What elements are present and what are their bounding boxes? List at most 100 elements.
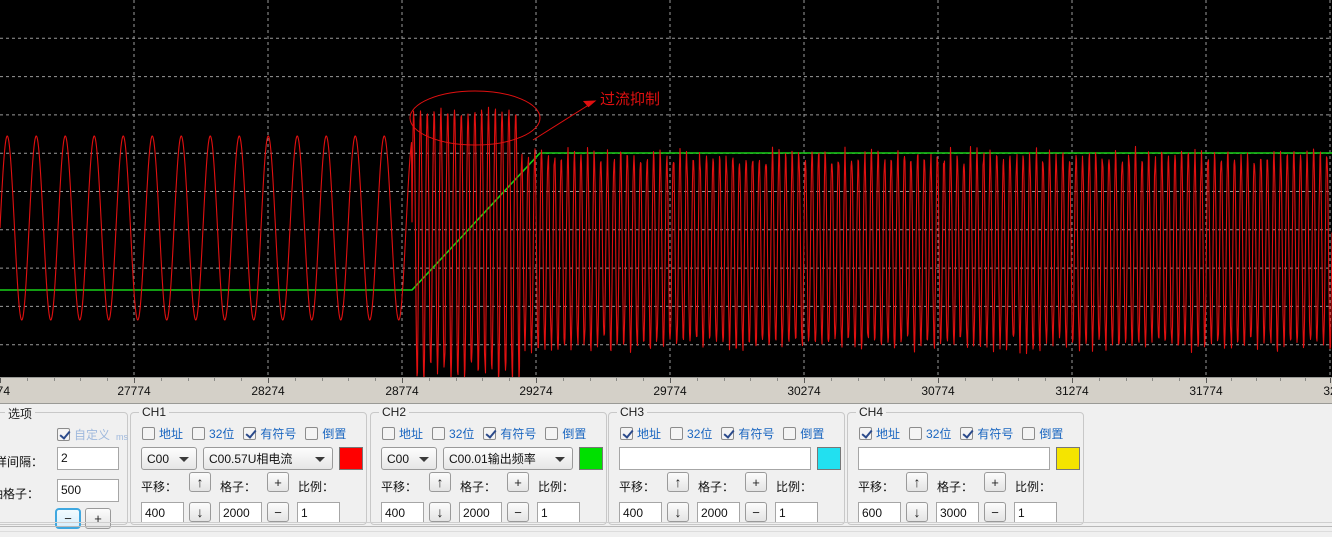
channel-4-flag-1[interactable]: 32位 <box>909 425 951 442</box>
channel-2-shift-down-button[interactable]: ↓ <box>429 502 451 522</box>
channel-3-shift-down-button[interactable]: ↓ <box>667 502 689 522</box>
waveform-plot[interactable]: 过流抑制 <box>0 0 1332 377</box>
checkbox-box[interactable] <box>305 427 319 440</box>
checkbox-box[interactable] <box>960 427 974 440</box>
channel-2-ratio-input[interactable]: 1 <box>537 502 580 523</box>
channel-2-grid-input[interactable]: 2000 <box>459 502 502 523</box>
x-axis-tick <box>804 378 805 383</box>
channel-2-grid-decrease-button[interactable]: − <box>507 502 529 522</box>
channel-2-title: CH2 <box>379 405 410 419</box>
channel-4-ratio-input[interactable]: 1 <box>1014 502 1057 523</box>
channel-4-grid-decrease-button[interactable]: − <box>984 502 1006 522</box>
custom-interval-checkbox-row[interactable]: 自定义 <box>57 426 119 443</box>
channel-4-grid-input[interactable]: 3000 <box>936 502 979 523</box>
channel-3-flag-3[interactable]: 倒置 <box>783 425 824 442</box>
channel-3-flag-1[interactable]: 32位 <box>670 425 712 442</box>
channel-2-parameter-combo[interactable]: C00.01输出频率 <box>443 447 573 470</box>
channel-1-parameter-value: C00.57U相电流 <box>209 452 293 466</box>
channel-1-grid-decrease-button[interactable]: − <box>267 502 289 522</box>
channel-4-address-input[interactable] <box>858 447 1050 470</box>
channel-3-flag-2[interactable]: 有符号 <box>721 425 774 442</box>
channel-1-color-swatch[interactable] <box>339 447 363 470</box>
checkbox-box[interactable] <box>670 427 684 440</box>
checkbox-box[interactable] <box>432 427 446 440</box>
channel-1-ratio-input[interactable]: 1 <box>297 502 340 523</box>
channel-1-shift-up-button[interactable]: ↑ <box>189 472 211 492</box>
channel-3-shift-up-button[interactable]: ↑ <box>667 472 689 492</box>
channel-1-shift-input[interactable]: 400 <box>141 502 184 523</box>
channel-4-flags: 地址 32位 有符号 倒置 <box>859 425 1072 442</box>
channel-4-shift-up-button[interactable]: ↑ <box>906 472 928 492</box>
channel-4-color-swatch[interactable] <box>1056 447 1080 470</box>
channel-1-flag-1[interactable]: 32位 <box>192 425 234 442</box>
channel-1-address-combo[interactable]: C00 <box>141 447 197 470</box>
x-axis-minor-tick <box>991 378 993 381</box>
checkbox-box[interactable] <box>142 427 155 440</box>
x-axis-tick <box>1206 378 1207 383</box>
x-axis-minor-tick <box>857 378 859 381</box>
channel-2-grid-increase-button[interactable]: + <box>507 472 529 492</box>
x-axis-tick <box>134 378 135 383</box>
arrow-up-icon: ↑ <box>436 474 444 490</box>
checkbox-box[interactable] <box>382 427 395 440</box>
channel-2-flag-2[interactable]: 有符号 <box>483 425 536 442</box>
sample-interval-input[interactable]: 2 <box>57 447 119 470</box>
checkbox-box[interactable] <box>483 427 497 440</box>
channel-4-flag-2[interactable]: 有符号 <box>960 425 1013 442</box>
channel-2-flag-1[interactable]: 32位 <box>432 425 474 442</box>
channel-3-grid-decrease-button[interactable]: − <box>745 502 767 522</box>
channel-1-grid-input[interactable]: 2000 <box>219 502 262 523</box>
channel-4-ratio-label: 比例： <box>1015 480 1052 494</box>
channel-3-flag-0[interactable]: 地址 <box>620 425 661 442</box>
x-axis-tick-label: 29774 <box>653 384 687 398</box>
x-axis-minor-tick <box>589 378 591 381</box>
channel-1-shift-label: 平移： <box>141 480 178 494</box>
checkbox-box[interactable] <box>545 427 559 440</box>
channel-4-flag-3[interactable]: 倒置 <box>1022 425 1063 442</box>
channel-2-address-combo[interactable]: C00 <box>381 447 437 470</box>
channel-2-parameter-value: C00.01输出频率 <box>449 452 536 466</box>
channel-2-flag-3[interactable]: 倒置 <box>545 425 586 442</box>
channel-3-grid-increase-button[interactable]: + <box>745 472 767 492</box>
channel-3-address-input[interactable] <box>619 447 811 470</box>
arrow-down-icon: ↓ <box>913 504 921 520</box>
x-axis-minor-tick <box>1152 378 1154 381</box>
channel-4-shift-input[interactable]: 600 <box>858 502 901 523</box>
checkbox-box[interactable] <box>192 427 206 440</box>
channel-1-grid-increase-button[interactable]: + <box>267 472 289 492</box>
channel-2-shift-up-button[interactable]: ↑ <box>429 472 451 492</box>
checkbox-box[interactable] <box>620 427 633 440</box>
channel-2-ratio-label: 比例： <box>538 480 575 494</box>
channel-1-flag-3[interactable]: 倒置 <box>305 425 346 442</box>
channel-3-shift-input[interactable]: 400 <box>619 502 662 523</box>
channel-1-flag-2[interactable]: 有符号 <box>243 425 296 442</box>
channel-3-ratio-label: 比例： <box>776 480 813 494</box>
channel-1-shift-down-button[interactable]: ↓ <box>189 502 211 522</box>
checkbox-box[interactable] <box>859 427 872 440</box>
channel-4-flag-0[interactable]: 地址 <box>859 425 900 442</box>
checkbox-box[interactable] <box>909 427 923 440</box>
channel-4-grid-increase-button[interactable]: + <box>984 472 1006 492</box>
checkbox-box[interactable] <box>783 427 797 440</box>
channel-3-ratio-input[interactable]: 1 <box>775 502 818 523</box>
checkbox-box[interactable] <box>721 427 735 440</box>
x-axis-tick <box>1330 378 1331 383</box>
channel-4-shift-down-button[interactable]: ↓ <box>906 502 928 522</box>
x-axis-minor-tick <box>1098 378 1100 381</box>
x-grid-input[interactable]: 500 <box>57 479 119 502</box>
divider-2 <box>0 526 1332 527</box>
custom-interval-checkbox[interactable]: 自定义 <box>57 426 110 443</box>
x-axis-minor-tick <box>160 378 162 381</box>
channel-2-color-swatch[interactable] <box>579 447 603 470</box>
channel-3-color-swatch[interactable] <box>817 447 841 470</box>
channel-3-grid-input[interactable]: 2000 <box>697 502 740 523</box>
x-axis-tick-label: 29274 <box>519 384 553 398</box>
x-axis-minor-tick <box>482 378 484 381</box>
checkbox-box[interactable] <box>1022 427 1036 440</box>
checkbox-box[interactable] <box>57 428 70 441</box>
channel-2-shift-input[interactable]: 400 <box>381 502 424 523</box>
checkbox-box[interactable] <box>243 427 257 440</box>
channel-1-parameter-combo[interactable]: C00.57U相电流 <box>203 447 333 470</box>
channel-1-flag-0[interactable]: 地址 <box>142 425 183 442</box>
channel-2-flag-0[interactable]: 地址 <box>382 425 423 442</box>
